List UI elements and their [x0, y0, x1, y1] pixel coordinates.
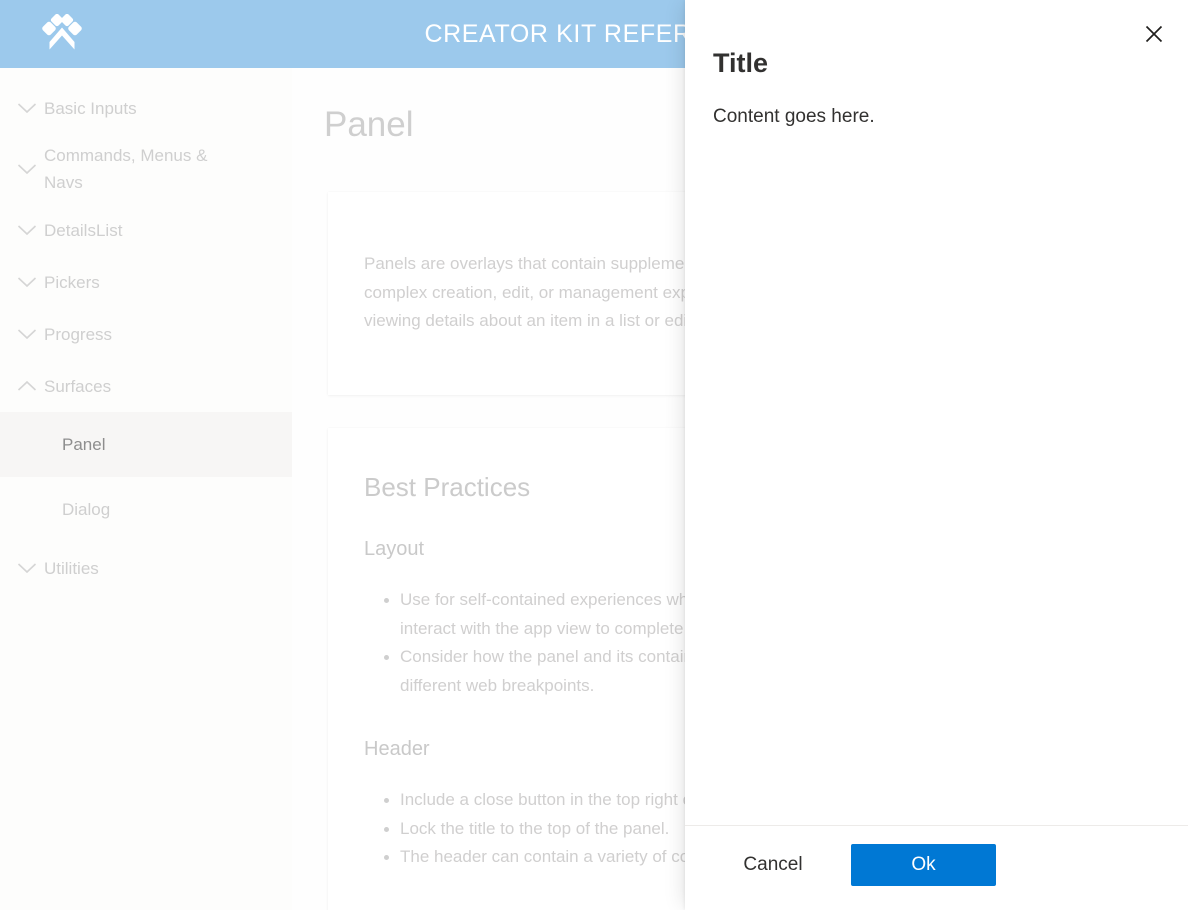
- sidebar-group-label: Pickers: [44, 272, 100, 292]
- sidebar-group-label: DetailsList: [44, 220, 123, 240]
- sidebar-group-detailslist[interactable]: DetailsList: [0, 204, 292, 256]
- sidebar-group-progress[interactable]: Progress: [0, 308, 292, 360]
- chevron-down-icon: [10, 97, 44, 119]
- sidebar-group-utilities[interactable]: Utilities: [0, 542, 292, 594]
- chevron-down-icon: [10, 323, 44, 345]
- sidebar-item-label: Dialog: [62, 499, 111, 519]
- chevron-down-icon: [10, 271, 44, 293]
- sidebar-item-panel[interactable]: Panel: [0, 412, 292, 477]
- page-title: Panel: [324, 105, 414, 144]
- sidebar-group-basic-inputs[interactable]: Basic Inputs: [0, 82, 292, 134]
- chevron-down-icon: [10, 158, 44, 180]
- panel-content: Content goes here.: [685, 86, 1188, 825]
- chevron-down-icon: [10, 557, 44, 579]
- overlay-panel: Title Content goes here. Cancel Ok: [685, 0, 1188, 910]
- sidebar-group-label: Progress: [44, 324, 113, 344]
- sidebar-item-label: Panel: [62, 434, 106, 454]
- app-root: CREATOR KIT REFERENCE Basic Inputs Comma…: [0, 0, 1188, 910]
- panel-title: Title: [713, 48, 769, 78]
- close-icon[interactable]: [1132, 12, 1176, 56]
- sidebar-nav[interactable]: Basic Inputs Commands, Menus & Navs Deta…: [0, 68, 292, 910]
- ok-button[interactable]: Ok: [851, 844, 996, 886]
- panel-content-text: Content goes here.: [713, 106, 875, 127]
- sidebar-group-label: Basic Inputs: [44, 98, 137, 118]
- sidebar-group-label: Utilities: [44, 558, 99, 578]
- chevron-up-icon: [10, 375, 44, 397]
- sidebar-group-label: Commands, Menus & Navs: [44, 146, 208, 192]
- sidebar-group-commands-menus-navs[interactable]: Commands, Menus & Navs: [0, 134, 292, 204]
- sidebar-group-surfaces[interactable]: Surfaces: [0, 360, 292, 412]
- cancel-button[interactable]: Cancel: [713, 844, 833, 886]
- panel-footer: Cancel Ok: [685, 825, 1188, 910]
- chevron-down-icon: [10, 219, 44, 241]
- sidebar-item-dialog[interactable]: Dialog: [0, 477, 292, 542]
- sidebar-group-label: Surfaces: [44, 376, 112, 396]
- panel-header: Title: [685, 0, 1188, 86]
- sidebar-group-pickers[interactable]: Pickers: [0, 256, 292, 308]
